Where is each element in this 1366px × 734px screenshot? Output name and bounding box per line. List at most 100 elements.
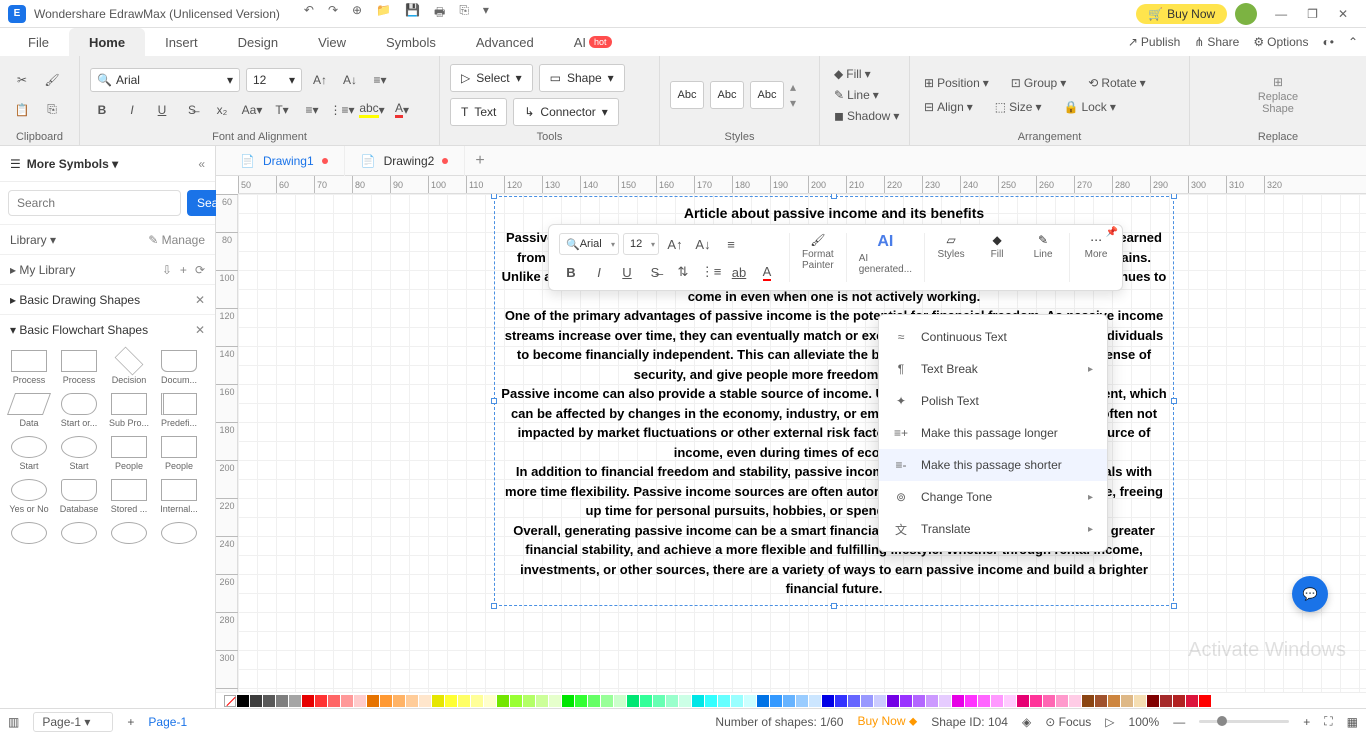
qat-more-icon[interactable]: ▾ bbox=[483, 3, 489, 24]
color-swatch[interactable] bbox=[783, 695, 795, 707]
fit-page-icon[interactable]: ⛶ bbox=[1324, 714, 1332, 729]
share-button[interactable]: ⋔ Share bbox=[1194, 35, 1239, 49]
mini-format-painter[interactable]: 🖌Format Painter bbox=[794, 229, 842, 286]
cut-icon[interactable]: ✂ bbox=[10, 68, 34, 92]
tab-advanced[interactable]: Advanced bbox=[456, 28, 554, 56]
color-swatch[interactable] bbox=[315, 695, 327, 707]
page-nav-icon[interactable]: ▥ bbox=[8, 715, 19, 729]
color-swatch[interactable] bbox=[835, 695, 847, 707]
my-library-toggle[interactable]: ▸ My Library bbox=[10, 263, 75, 277]
mini-styles[interactable]: ▱Styles bbox=[929, 229, 973, 286]
symbol-search-input[interactable] bbox=[8, 190, 181, 216]
mini-ai-generated[interactable]: AIAI generated... bbox=[851, 229, 920, 286]
color-swatch[interactable] bbox=[1004, 695, 1016, 707]
color-swatch[interactable] bbox=[965, 695, 977, 707]
color-swatch[interactable] bbox=[640, 695, 652, 707]
style-scroll-up[interactable]: ▴ bbox=[790, 80, 796, 94]
canvas[interactable]: Article about passive income and its ben… bbox=[238, 194, 1366, 692]
color-swatch[interactable] bbox=[770, 695, 782, 707]
copy-icon[interactable]: ⎘ bbox=[40, 98, 64, 122]
options-button[interactable]: ⚙ Options bbox=[1253, 35, 1308, 49]
align-dropdown-icon[interactable]: ≡▾ bbox=[368, 68, 392, 92]
select-tool-button[interactable]: ▷ Select ▾ bbox=[450, 64, 533, 92]
ctx-change-tone[interactable]: ⊚Change Tone▸ bbox=[879, 481, 1107, 513]
collapse-ribbon-icon[interactable]: ⌃ bbox=[1348, 35, 1358, 49]
color-swatch[interactable] bbox=[666, 695, 678, 707]
color-swatch[interactable] bbox=[705, 695, 717, 707]
color-swatch[interactable] bbox=[718, 695, 730, 707]
add-page-button[interactable]: + bbox=[127, 715, 134, 729]
mini-align-icon[interactable]: ≡ bbox=[719, 234, 743, 254]
color-swatch[interactable] bbox=[1017, 695, 1029, 707]
color-swatch[interactable] bbox=[1069, 695, 1081, 707]
shape-palette-item[interactable]: Start or... bbox=[56, 393, 102, 428]
color-swatch[interactable] bbox=[900, 695, 912, 707]
mini-font-family[interactable]: 🔍 Arial bbox=[559, 233, 619, 255]
more-symbols-button[interactable]: More Symbols ▾ bbox=[27, 157, 118, 171]
color-swatch[interactable] bbox=[380, 695, 392, 707]
shape-palette-item[interactable] bbox=[106, 522, 152, 547]
tab-home[interactable]: Home bbox=[69, 28, 145, 56]
export-icon[interactable]: ⎘ bbox=[459, 3, 469, 24]
import-icon[interactable]: ⇩ bbox=[162, 263, 172, 277]
shape-palette-item[interactable]: Process bbox=[6, 350, 52, 385]
shape-palette-item[interactable]: Data bbox=[6, 393, 52, 428]
tab-symbols[interactable]: Symbols bbox=[366, 28, 456, 56]
color-swatch[interactable] bbox=[1199, 695, 1211, 707]
color-swatch[interactable] bbox=[471, 695, 483, 707]
color-swatch[interactable] bbox=[484, 695, 496, 707]
color-swatch[interactable] bbox=[653, 695, 665, 707]
page-selector[interactable]: Page-1 ▾ bbox=[33, 712, 113, 732]
lock-dropdown[interactable]: 🔒 Lock ▾ bbox=[1060, 98, 1120, 116]
zoom-in-icon[interactable]: + bbox=[1303, 715, 1310, 729]
paste-icon[interactable]: 📋 bbox=[10, 98, 34, 122]
color-swatch[interactable] bbox=[744, 695, 756, 707]
page-tab[interactable]: Page-1 bbox=[148, 715, 187, 729]
color-swatch[interactable] bbox=[1043, 695, 1055, 707]
bullet-list-icon[interactable]: ⋮≡▾ bbox=[330, 98, 354, 122]
color-swatch[interactable] bbox=[939, 695, 951, 707]
focus-mode[interactable]: ⊙ Focus bbox=[1045, 715, 1091, 729]
color-swatch[interactable] bbox=[328, 695, 340, 707]
color-swatch[interactable] bbox=[432, 695, 444, 707]
presentation-icon[interactable]: ▷ bbox=[1105, 715, 1114, 729]
mini-line[interactable]: ✎Line bbox=[1021, 229, 1065, 286]
color-swatch[interactable] bbox=[289, 695, 301, 707]
color-swatch[interactable] bbox=[822, 695, 834, 707]
color-swatch[interactable] bbox=[1147, 695, 1159, 707]
color-swatch[interactable] bbox=[510, 695, 522, 707]
new-icon[interactable]: ⊕ bbox=[352, 3, 362, 24]
no-fill-icon[interactable] bbox=[224, 695, 236, 707]
mini-italic-icon[interactable]: I bbox=[587, 262, 611, 282]
color-swatch[interactable] bbox=[861, 695, 873, 707]
style-scroll-down[interactable]: ▾ bbox=[790, 96, 796, 110]
zoom-level[interactable]: 100% bbox=[1129, 715, 1160, 729]
decrease-font-icon[interactable]: A↓ bbox=[338, 68, 362, 92]
color-swatch[interactable] bbox=[991, 695, 1003, 707]
style-preset-1[interactable]: Abc bbox=[670, 81, 704, 109]
collapse-panel-icon[interactable]: « bbox=[198, 157, 205, 171]
color-swatch[interactable] bbox=[757, 695, 769, 707]
shape-palette-item[interactable]: Process bbox=[56, 350, 102, 385]
align-dropdown[interactable]: ⊟ Align ▾ bbox=[920, 98, 977, 116]
mini-pin-icon[interactable]: 📌 bbox=[1106, 227, 1118, 238]
bold-icon[interactable]: B bbox=[90, 98, 114, 122]
color-swatch[interactable] bbox=[458, 695, 470, 707]
highlight-icon[interactable]: abc▾ bbox=[360, 98, 384, 122]
tab-insert[interactable]: Insert bbox=[145, 28, 218, 56]
color-swatch[interactable] bbox=[601, 695, 613, 707]
color-swatch[interactable] bbox=[536, 695, 548, 707]
color-swatch[interactable] bbox=[1121, 695, 1133, 707]
tab-ai[interactable]: AIhot bbox=[554, 28, 632, 56]
color-swatch[interactable] bbox=[1082, 695, 1094, 707]
color-swatch[interactable] bbox=[1056, 695, 1068, 707]
ctx-polish-text[interactable]: ✦Polish Text bbox=[879, 385, 1107, 417]
color-swatch[interactable] bbox=[237, 695, 249, 707]
color-swatch[interactable] bbox=[497, 695, 509, 707]
color-swatch[interactable] bbox=[614, 695, 626, 707]
format-painter-icon[interactable]: 🖌 bbox=[40, 68, 64, 92]
color-swatch[interactable] bbox=[731, 695, 743, 707]
redo-icon[interactable]: ↷ bbox=[328, 3, 338, 24]
ctx-continuous-text[interactable]: ≈Continuous Text bbox=[879, 321, 1107, 353]
replace-shape-icon[interactable]: ⊞ bbox=[1273, 75, 1283, 89]
